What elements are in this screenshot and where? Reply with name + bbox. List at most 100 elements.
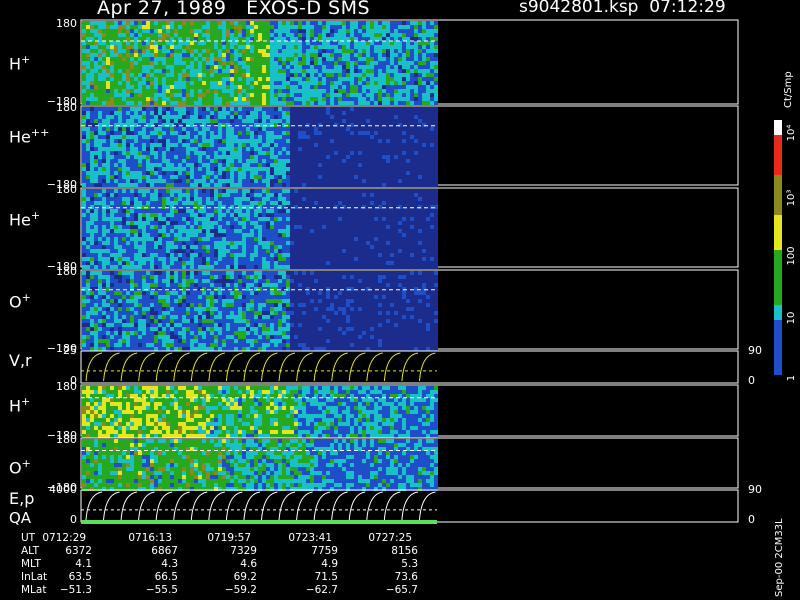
table-cell: 71.5 bbox=[314, 571, 338, 583]
table-cell: −55.5 bbox=[145, 584, 178, 596]
panel-label-sup-5: + bbox=[21, 395, 31, 408]
colorbar-band-high bbox=[774, 120, 782, 135]
trace-7-19 bbox=[418, 491, 436, 521]
panel-label-1: He++ bbox=[9, 125, 49, 145]
panel-label-3: O+ bbox=[9, 290, 31, 310]
qa-label: QA bbox=[9, 509, 32, 527]
trace-4-17 bbox=[383, 352, 401, 382]
table-cell: 0716:13 bbox=[128, 532, 172, 544]
trace-7-4 bbox=[155, 491, 173, 521]
table-cell: 6867 bbox=[151, 545, 178, 557]
panel-label-2: He+ bbox=[9, 208, 40, 228]
spectrogram-chart bbox=[80, 19, 739, 524]
trace-7-6 bbox=[190, 491, 208, 521]
table-cell: 69.2 bbox=[233, 571, 257, 583]
panel-label-6: O+ bbox=[9, 456, 31, 476]
table-cell: 0723:41 bbox=[288, 532, 332, 544]
panel-label-base-7: E,p bbox=[9, 489, 35, 508]
panel-label-base-1: He bbox=[9, 127, 31, 147]
panel-label-5: H+ bbox=[9, 394, 30, 414]
trace-4-4 bbox=[155, 352, 173, 382]
colorbar-tick-2: 100 bbox=[786, 246, 797, 265]
trace-4-0 bbox=[85, 352, 103, 382]
colorbar-unit: Ct/Smp bbox=[783, 71, 794, 108]
trace-7-0 bbox=[85, 491, 103, 521]
trace-7-11 bbox=[278, 491, 296, 521]
colorbar-tick-1: 10³ bbox=[786, 190, 797, 207]
trace-7-10 bbox=[261, 491, 278, 521]
ytick-top-1: 180 bbox=[56, 101, 77, 114]
ytick-top-0: 180 bbox=[56, 17, 77, 30]
trace-4-19 bbox=[418, 352, 436, 382]
panel-label-base-3: O bbox=[9, 292, 22, 312]
right-ytick-top-4: 90 bbox=[748, 344, 762, 357]
colorbar: 10⁴ 10³ 100 10 1 bbox=[774, 120, 797, 381]
qa-bar bbox=[81, 520, 437, 524]
heatmap-panel-6 bbox=[81, 439, 438, 491]
trace-7-12 bbox=[296, 491, 313, 521]
colorbar-band-blue bbox=[774, 320, 782, 375]
colorbar-tick-0: 10⁴ bbox=[786, 125, 797, 142]
panel-label-sup-2: + bbox=[30, 209, 41, 222]
trace-4-14 bbox=[331, 352, 348, 382]
trace-4-16 bbox=[366, 352, 383, 382]
colorbar-band-yellow bbox=[774, 215, 782, 250]
panel-label-0: H+ bbox=[9, 52, 30, 72]
panel-label-base-4: V,r bbox=[9, 351, 32, 370]
heatmap-panel-0 bbox=[81, 21, 438, 105]
table-cell: −59.2 bbox=[224, 584, 257, 596]
panel-label-base-6: O bbox=[9, 458, 22, 478]
table-cell: 73.6 bbox=[394, 571, 418, 583]
table-cell: −62.7 bbox=[305, 584, 338, 596]
trace-7-7 bbox=[208, 491, 225, 521]
panel-label-7: E,p bbox=[9, 491, 34, 507]
table-cell: −51.3 bbox=[59, 584, 92, 596]
trace-7-13 bbox=[313, 491, 331, 521]
line-panel-7 bbox=[81, 491, 437, 521]
trace-7-16 bbox=[366, 491, 383, 521]
table-cell: −65.7 bbox=[385, 584, 418, 596]
trace-7-1 bbox=[103, 491, 120, 521]
trace-4-10 bbox=[261, 352, 278, 382]
trace-4-1 bbox=[103, 352, 120, 382]
table-cell: 0712:29 bbox=[42, 532, 86, 544]
ytick-top-2: 180 bbox=[56, 183, 77, 196]
trace-4-12 bbox=[296, 352, 313, 382]
right-ytick-top-7: 90 bbox=[748, 483, 762, 496]
table-cell: 66.5 bbox=[154, 571, 178, 583]
trace-4-2 bbox=[120, 352, 138, 382]
colorbar-band-red bbox=[774, 135, 782, 175]
panel-label-sup-1: ++ bbox=[30, 126, 50, 139]
panel-frame-4 bbox=[80, 350, 739, 384]
trace-7-5 bbox=[173, 491, 190, 521]
heatmap-panel-2 bbox=[81, 189, 438, 269]
trace-4-5 bbox=[173, 352, 190, 382]
table-cell: 7759 bbox=[311, 545, 338, 557]
trace-7-15 bbox=[348, 491, 366, 521]
table-cell: 0727:25 bbox=[368, 532, 412, 544]
trace-7-9 bbox=[243, 491, 261, 521]
heatmap-panel-5 bbox=[81, 386, 438, 438]
ytick-bottom-7: 0 bbox=[70, 513, 77, 526]
table-cell: 4.1 bbox=[75, 558, 92, 570]
trace-4-9 bbox=[243, 352, 261, 382]
table-cell: 0719:57 bbox=[207, 532, 251, 544]
trace-7-17 bbox=[383, 491, 401, 521]
footnote: Sep-00 2CM33L bbox=[774, 518, 785, 597]
trace-4-3 bbox=[138, 352, 155, 382]
colorbar-tick-4: 1 bbox=[786, 375, 797, 381]
trace-7-8 bbox=[225, 491, 243, 521]
panel-label-base-5: H bbox=[9, 396, 22, 416]
ytick-top-3: 180 bbox=[56, 265, 77, 278]
trace-4-6 bbox=[190, 352, 208, 382]
panel-frame-7 bbox=[80, 489, 739, 523]
ytick-top-6: 180 bbox=[56, 433, 77, 446]
heatmap-panel-1 bbox=[81, 107, 438, 187]
panel-label-sup-0: + bbox=[21, 53, 31, 66]
colorbar-band-green bbox=[774, 250, 782, 305]
trace-7-18 bbox=[401, 491, 419, 521]
colorbar-band-cyan bbox=[774, 305, 782, 320]
heatmap-panel-3 bbox=[81, 271, 438, 351]
ephemeris-table: UT 0712:29 0716:13 0719:57 0723:41 0727:25 ALT… bbox=[0, 532, 470, 600]
ytick-top-5: 180 bbox=[56, 380, 77, 393]
